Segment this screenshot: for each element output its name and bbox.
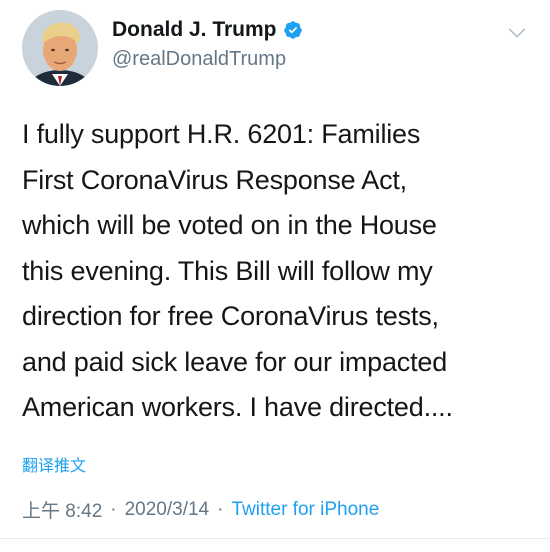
verified-badge-icon xyxy=(283,20,303,40)
tweet-text: I fully support H.R. 6201: Families Firs… xyxy=(22,112,532,431)
tweet-source-link[interactable]: Twitter for iPhone xyxy=(231,499,379,521)
author-name-row[interactable]: Donald J. Trump xyxy=(112,18,303,42)
author-handle[interactable]: @realDonaldTrump xyxy=(112,48,286,71)
tweet-time[interactable]: 上午 8:42 xyxy=(22,496,102,523)
chevron-down-icon[interactable] xyxy=(506,22,528,44)
divider xyxy=(0,538,550,539)
meta-separator: · xyxy=(217,498,224,520)
tweet-text-line: direction for free CoronaVirus tests, xyxy=(22,301,439,331)
tweet-text-line: and paid sick leave for our impacted xyxy=(22,346,448,377)
tweet-card: Donald J. Trump @realDonaldTrump I fully… xyxy=(0,0,550,552)
tweet-date[interactable]: 2020/3/14 xyxy=(125,499,210,521)
avatar[interactable] xyxy=(22,10,98,86)
tweet-meta: 上午 8:42 · 2020/3/14 · Twitter for iPhone xyxy=(22,496,379,523)
tweet-text-line: I fully support H.R. 6201: Families xyxy=(22,119,421,149)
avatar-image xyxy=(22,10,98,86)
tweet-text-line: American workers. I have directed.... xyxy=(22,392,453,422)
translate-tweet-link[interactable]: 翻译推文 xyxy=(22,452,86,476)
tweet-text-line: which will be voted on in the House xyxy=(22,210,437,240)
meta-separator: · xyxy=(110,498,117,520)
author-display-name[interactable]: Donald J. Trump xyxy=(112,18,277,42)
tweet-text-line: First CoronaVirus Response Act, xyxy=(22,164,407,195)
tweet-text-line: this evening. This Bill will follow my xyxy=(22,255,433,286)
